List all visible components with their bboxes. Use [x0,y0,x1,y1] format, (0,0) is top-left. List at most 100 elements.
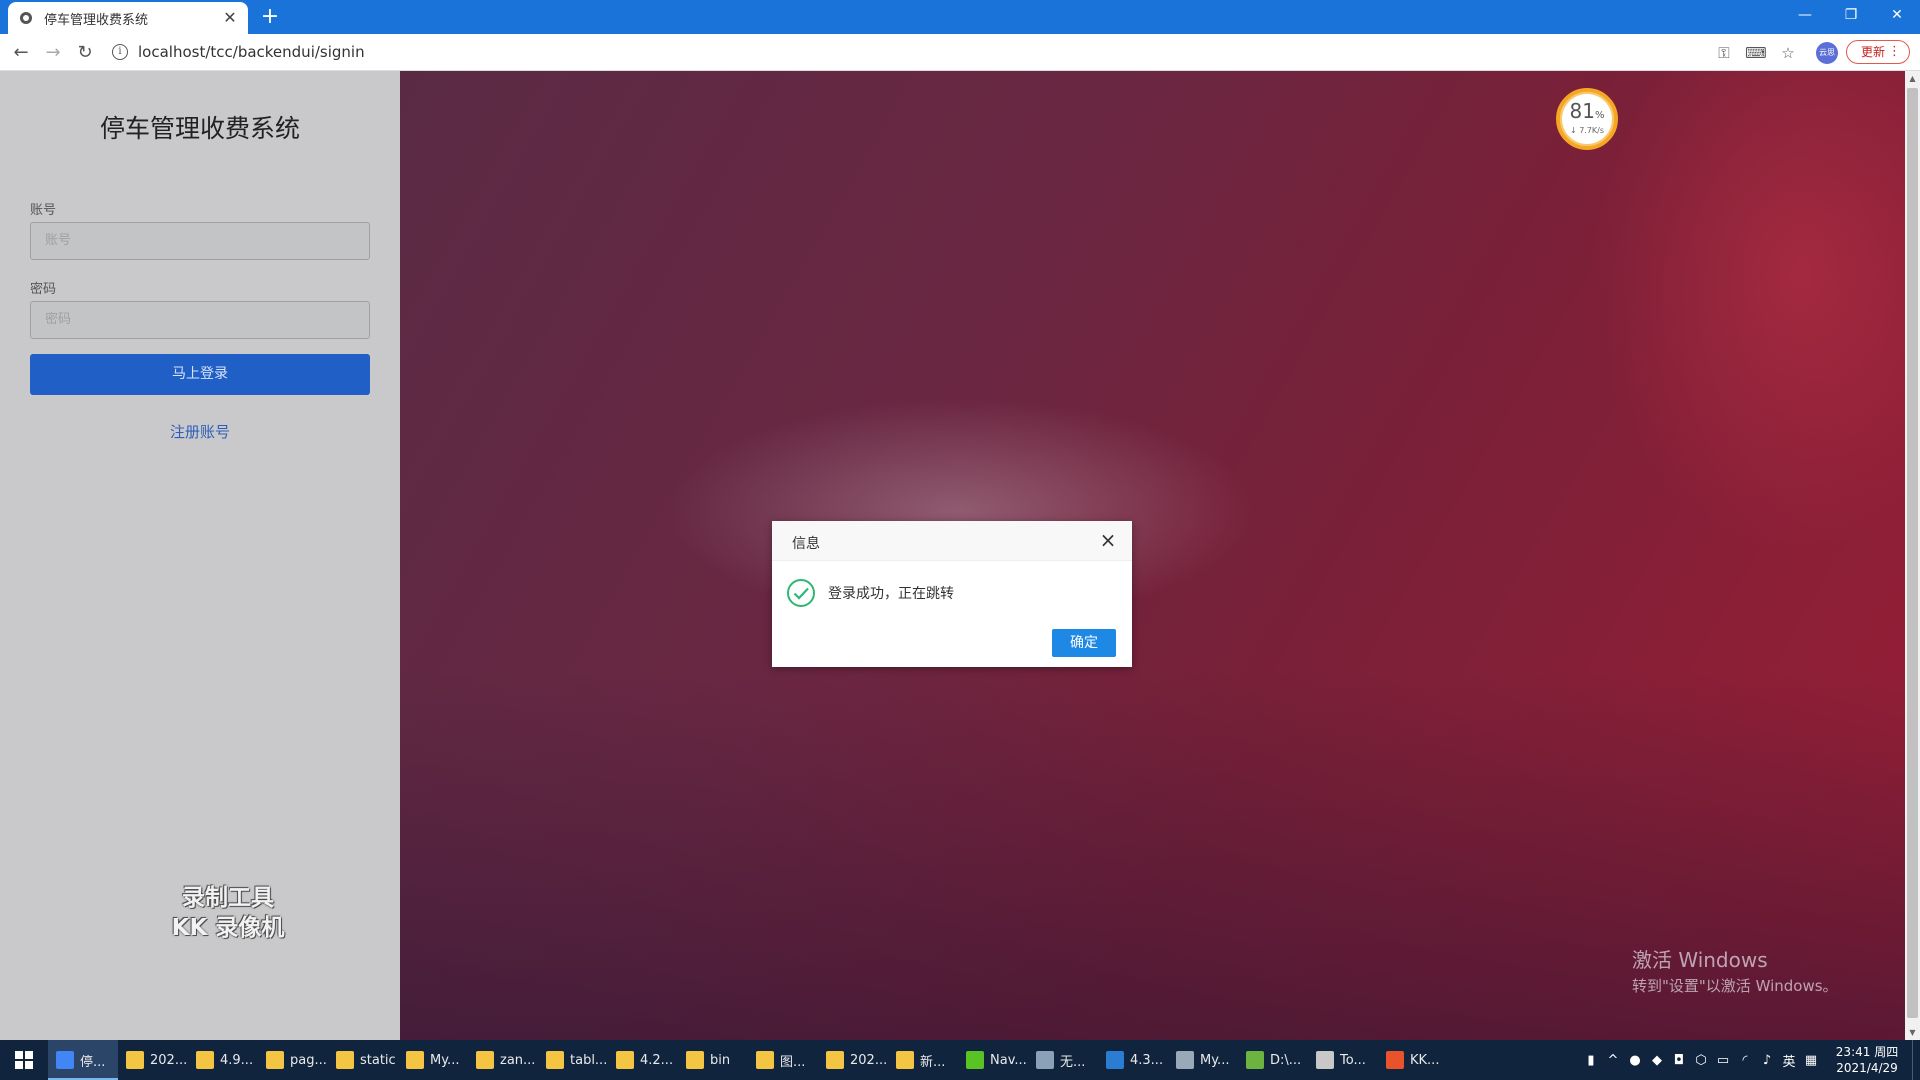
tab-close-icon[interactable]: ✕ [222,10,238,26]
confirm-button[interactable]: 确定 [1052,629,1116,657]
register-link[interactable]: 注册账号 [0,421,400,442]
taskbar-item-label: To... [1340,1052,1366,1068]
taskbar-item-label: My... [430,1052,460,1068]
taskbar-app-icon [1386,1051,1404,1069]
taskbar-item-label: 202... [150,1052,188,1068]
taskbar-item[interactable]: My... [398,1040,468,1080]
scroll-down-icon[interactable]: ▼ [1905,1025,1920,1040]
taskbar-app-icon [336,1051,354,1069]
key-icon[interactable]: ⚿ [1713,42,1735,64]
taskbar-item[interactable]: tabl... [538,1040,608,1080]
taskbar-item[interactable]: 4.2... [608,1040,678,1080]
account-input[interactable]: 账号 [30,222,370,260]
speed-percent: 81 [1569,99,1595,123]
page-title: 停车管理收费系统 [99,114,300,143]
taskbar-app-icon [406,1051,424,1069]
taskbar-app-icon [196,1051,214,1069]
taskbar-item-label: 202... [850,1052,888,1068]
taskbar-item-label: 4.9... [220,1052,254,1068]
taskbar-item[interactable]: Nav... [958,1040,1028,1080]
window-close-icon[interactable]: ✕ [1874,0,1920,30]
scroll-up-icon[interactable]: ▲ [1905,71,1920,86]
taskbar-item-label: 4.2... [640,1052,674,1068]
clock-time: 23:41 周四 [1835,1045,1899,1059]
minimize-icon[interactable]: — [1782,0,1828,30]
tray-shield-icon[interactable]: ⬡ [1690,1053,1712,1068]
clock-date: 2021/4/29 [1836,1061,1898,1075]
scroll-thumb[interactable] [1907,88,1918,1018]
taskbar-app-icon [616,1051,634,1069]
bookmark-star-icon[interactable]: ☆ [1777,42,1799,64]
new-tab-button[interactable]: + [258,5,282,29]
translate-icon[interactable]: ⌨ [1745,42,1767,64]
keyboard-icon[interactable]: ▦ [1800,1053,1822,1068]
taskbar-item[interactable]: 新... [888,1040,958,1080]
taskbar-item[interactable]: bin [678,1040,748,1080]
dialog-close-icon[interactable]: × [1098,530,1118,550]
menu-dots-icon[interactable]: ⋮ [1888,41,1901,63]
tray-overflow-icon[interactable]: ^ [1602,1053,1624,1068]
taskbar-app-icon [1106,1051,1124,1069]
activation-line2: 转到"设置"以激活 Windows。 [1632,977,1838,995]
taskbar-item[interactable]: static [328,1040,398,1080]
taskbar-item[interactable]: 202... [118,1040,188,1080]
taskbar-item[interactable]: 4.3... [1098,1040,1168,1080]
login-button[interactable]: 马上登录 [30,354,370,395]
taskbar-item-label: pag... [290,1052,327,1068]
page-scrollbar[interactable]: ▲ ▼ [1905,71,1920,1040]
dialog-body: 登录成功，正在跳转 [786,578,954,608]
system-clock[interactable]: 23:41 周四 2021/4/29 [1822,1044,1912,1076]
speed-percent-unit: % [1594,110,1605,121]
address-bar[interactable]: i localhost/tcc/backendui/signin [112,38,1712,66]
windows-taskbar: 停... 202... 4.9... pag... static My... zan... t… [0,1040,1920,1080]
forward-icon[interactable]: → [40,40,66,66]
tray-app-icon[interactable]: ● [1624,1053,1646,1068]
taskbar-item[interactable]: pag... [258,1040,328,1080]
taskbar-item-label: 图... [780,1054,806,1070]
taskbar-item[interactable]: 202... [818,1040,888,1080]
browser-tab[interactable]: 停车管理收费系统 ✕ [8,2,248,34]
browser-titlebar: 停车管理收费系统 ✕ + — ❐ ✕ [0,0,1920,34]
start-button[interactable] [0,1040,48,1080]
tray-app2-icon[interactable]: ◆ [1646,1053,1668,1068]
profile-avatar[interactable]: 云思 [1816,42,1838,64]
reload-icon[interactable]: ↻ [72,40,98,66]
update-button[interactable]: 更新 ⋮ [1846,40,1910,64]
tray-battery-icon[interactable]: ▮ [1580,1053,1602,1068]
taskbar-item[interactable]: To... [1308,1040,1378,1080]
tray-device-icon[interactable]: ▭ [1712,1053,1734,1068]
site-info-icon[interactable]: i [112,44,128,60]
taskbar-app-icon [1316,1051,1334,1069]
taskbar-item[interactable]: 停... [48,1040,118,1080]
show-desktop-button[interactable] [1912,1040,1920,1080]
network-speed-widget[interactable]: 81% ↓ 7.7K/s [1556,88,1618,150]
tray-security-icon[interactable]: ◘ [1668,1053,1690,1068]
wifi-icon[interactable]: ◜ [1734,1053,1756,1068]
taskbar-item[interactable]: D:\... [1238,1040,1308,1080]
taskbar-app-icon [546,1051,564,1069]
taskbar-item[interactable]: 4.9... [188,1040,258,1080]
taskbar-item-label: KK... [1410,1052,1440,1068]
taskbar-item[interactable]: My... [1168,1040,1238,1080]
taskbar-item-label: 4.3... [1130,1052,1164,1068]
taskbar-item[interactable]: KK... [1378,1040,1448,1080]
password-input[interactable]: 密码 [30,301,370,339]
taskbar-app-icon [1246,1051,1264,1069]
back-icon[interactable]: ← [8,40,34,66]
restore-icon[interactable]: ❐ [1828,0,1874,30]
ime-indicator[interactable]: 英 [1778,1051,1800,1070]
taskbar-item-label: D:\... [1270,1052,1302,1068]
taskbar-item[interactable]: zan... [468,1040,538,1080]
windows-logo-icon [15,1051,33,1069]
taskbar-item-label: static [360,1052,396,1068]
activation-line1: 激活 Windows [1632,948,1768,972]
volume-icon[interactable]: ♪ [1756,1053,1778,1068]
taskbar-item-label: Nav... [990,1052,1027,1068]
info-dialog: 信息 × 登录成功，正在跳转 确定 [772,521,1132,667]
site-favicon-icon [18,10,34,26]
taskbar-item[interactable]: 图... [748,1040,818,1080]
speed-rate: ↓ 7.7K/s [1569,126,1605,135]
taskbar-item[interactable]: 无... [1028,1040,1098,1080]
page-viewport: 停车管理收费系统 账号 账号 密码 密码 马上登录 注册账号 录制工具 KK 录… [0,71,1920,1040]
url-text[interactable]: localhost/tcc/backendui/signin [138,43,365,61]
